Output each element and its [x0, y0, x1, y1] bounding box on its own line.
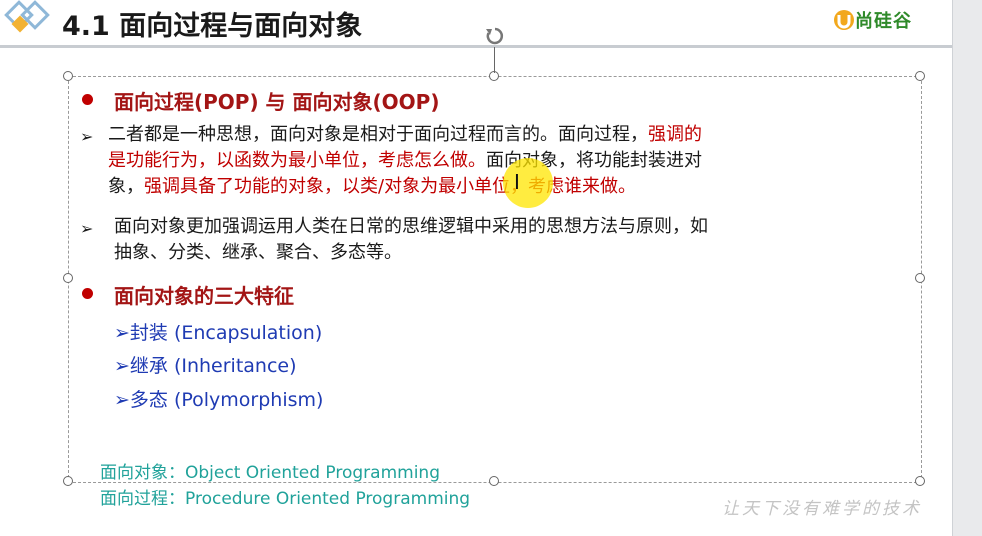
bullet-arrow-icon: ➢ — [80, 127, 94, 146]
note-oop: 面向对象：Object Oriented Programming — [100, 463, 440, 483]
brand-name: 尚硅谷 — [855, 11, 912, 32]
bullet-dot-icon — [82, 288, 93, 299]
rotate-stem — [494, 47, 495, 73]
cursor-highlight — [503, 158, 553, 208]
resize-handle-right[interactable] — [915, 273, 925, 283]
rotate-handle-icon[interactable] — [484, 25, 506, 47]
page-title: 4.1 面向过程与面向对象 — [62, 11, 363, 42]
paragraph-line: 是功能行为，以函数为最小单位，考虑怎么做。面向对象，将功能封装进对 — [108, 150, 702, 171]
window-edge — [952, 0, 982, 536]
resize-handle-bottom-left[interactable] — [63, 476, 73, 486]
resize-handle-top-left[interactable] — [63, 71, 73, 81]
brand-logo-icon — [834, 10, 854, 30]
diamond-logo-icon — [4, 0, 50, 33]
paragraph-oop-emphasis: 面向对象更加强调运用人类在日常的思维逻辑中采用的思想方法与原则，如 抽象、分类、… — [114, 214, 708, 266]
feature-inheritance: ➢继承 (Inheritance) — [114, 355, 297, 377]
brand-logo: 尚硅谷 — [833, 7, 912, 33]
resize-handle-bottom-right[interactable] — [915, 476, 925, 486]
paragraph-line: 二者都是一种思想，面向对象是相对于面向过程而言的。面向过程，强调的 — [108, 124, 702, 145]
bullet-arrow-icon: ➢ — [80, 219, 94, 238]
text-cursor-icon: I — [514, 170, 520, 194]
paragraph-line: 象，强调具备了功能的对象，以类/对象为最小单位，考虑谁来做。 — [108, 176, 637, 197]
feature-polymorphism: ➢多态 (Polymorphism) — [114, 389, 324, 411]
note-pop: 面向过程：Procedure Oriented Programming — [100, 489, 471, 509]
resize-handle-left[interactable] — [63, 273, 73, 283]
paragraph-comparison: 二者都是一种思想，面向对象是相对于面向过程而言的。面向过程，强调的 是功能行为，… — [108, 122, 702, 200]
heading-pop-oop: 面向过程(POP) 与 面向对象(OOP) — [114, 90, 440, 114]
bullet-dot-icon — [82, 94, 93, 105]
resize-handle-bottom[interactable] — [489, 476, 499, 486]
slide-header: 4.1 面向过程与面向对象 尚硅谷 — [0, 0, 952, 46]
watermark: 让天下没有难学的技术 — [722, 499, 922, 519]
resize-handle-top-right[interactable] — [915, 71, 925, 81]
feature-encapsulation: ➢封装 (Encapsulation) — [114, 322, 323, 344]
paragraph-line: 面向对象更加强调运用人类在日常的思维逻辑中采用的思想方法与原则，如 — [114, 216, 708, 237]
heading-three-features: 面向对象的三大特征 — [114, 284, 294, 308]
slide-canvas: 4.1 面向过程与面向对象 尚硅谷 面向过程(POP) 与 面向对象(OOP) … — [0, 0, 952, 536]
paragraph-line: 抽象、分类、继承、聚合、多态等。 — [114, 242, 402, 263]
header-divider — [0, 45, 952, 48]
